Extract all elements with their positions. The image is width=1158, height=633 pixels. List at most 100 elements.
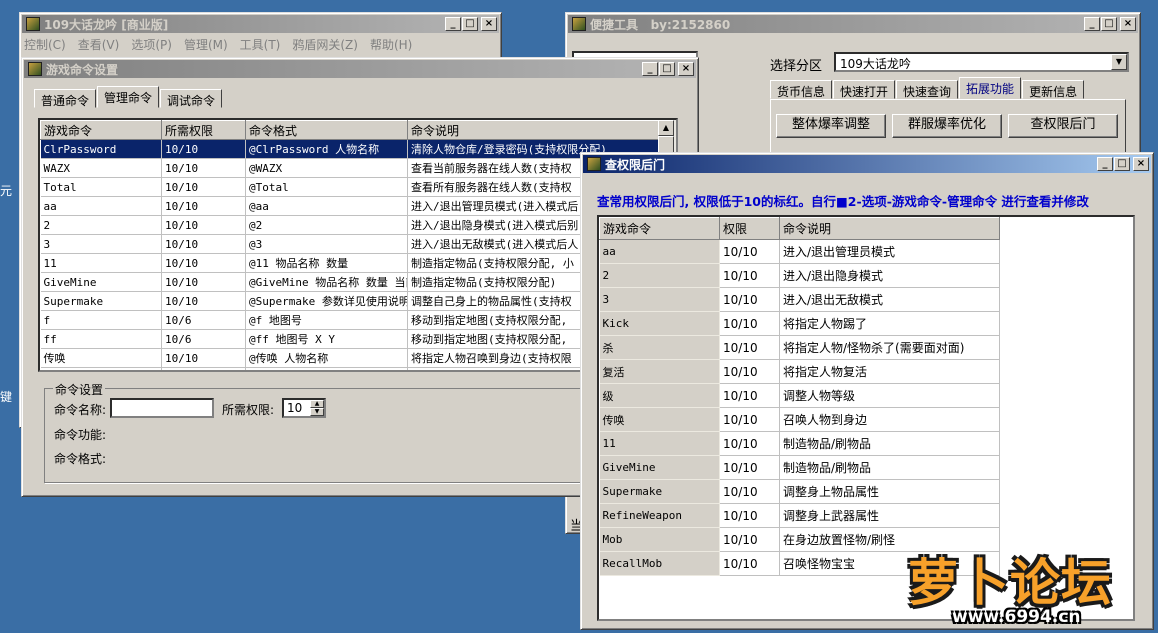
menu-help[interactable]: 帮助(H) xyxy=(370,36,412,53)
cell-description: 将指定人物复活 xyxy=(779,359,1000,384)
maximize-icon[interactable]: □ xyxy=(1114,157,1130,171)
spin-down-icon[interactable]: ▼ xyxy=(310,408,324,416)
cell-format: @11 物品名称 数量 xyxy=(245,253,408,273)
table-row[interactable] xyxy=(40,367,661,370)
table-row[interactable]: Total 10/10 @Total 查看所有服务器在线人数(支持权 xyxy=(40,177,661,197)
cell-permission: 10/6 xyxy=(161,310,246,330)
cell-description: 将指定人物/怪物杀了(需要面对面) xyxy=(779,335,1000,360)
tab-admin-commands[interactable]: 管理命令 xyxy=(97,86,160,108)
cell-permission: 10/10 xyxy=(161,272,246,292)
table-row[interactable]: RefineWeapon 10/10 调整身上武器属性 xyxy=(599,503,1000,528)
permission-stepper[interactable]: 10 ▲ ▼ xyxy=(282,398,326,418)
zone-label: 选择分区 xyxy=(770,59,823,74)
column-header-format[interactable]: 命令格式 xyxy=(245,120,408,140)
forum-watermark-logo: 萝卜论坛 www.6994.cn xyxy=(908,535,1153,630)
table-row[interactable]: WAZX 10/10 @WAZX 查看当前服务器在线人数(支持权 xyxy=(40,158,661,178)
cell-format: @GiveMine 物品名称 数量 当前 xyxy=(245,272,408,292)
column-header-command[interactable]: 游戏命令 xyxy=(599,217,720,240)
menu-options[interactable]: 选项(P) xyxy=(131,36,172,53)
menu-gateway[interactable]: 鸦盾网关(Z) xyxy=(292,36,358,53)
menu-tools[interactable]: 工具(T) xyxy=(240,36,281,53)
table-row[interactable]: ff 10/6 @ff 地图号 X Y 移动到指定地图(支持权限分配, xyxy=(40,329,661,349)
maximize-icon[interactable]: □ xyxy=(659,62,675,76)
tools-window-title: 便捷工具 by:2152860 xyxy=(590,17,731,32)
table-row[interactable]: GiveMine 10/10 制造物品/刷物品 xyxy=(599,455,1000,480)
tools-window-titlebar[interactable]: 便捷工具 by:2152860 _ □ × xyxy=(568,15,1138,33)
tab-debug-commands[interactable]: 调试命令 xyxy=(160,89,223,108)
maximize-icon[interactable]: □ xyxy=(1101,17,1117,31)
tab-normal-commands[interactable]: 普通命令 xyxy=(34,89,97,108)
minimize-icon[interactable]: _ xyxy=(1097,157,1113,171)
scroll-up-icon[interactable]: ▲ xyxy=(658,120,674,136)
spin-up-icon[interactable]: ▲ xyxy=(310,400,324,408)
cell-permission: 10/10 xyxy=(719,407,780,432)
backdoor-window-titlebar[interactable]: 查权限后门 _ □ × xyxy=(583,155,1151,173)
chevron-down-icon[interactable]: ▼ xyxy=(1111,54,1127,70)
menu-view[interactable]: 查看(V) xyxy=(78,36,120,53)
tab-quick-query[interactable]: 快速查询 xyxy=(896,80,959,99)
table-row[interactable]: 2 10/10 进入/退出隐身模式 xyxy=(599,263,1000,288)
table-row[interactable]: ClrPassword 10/10 @ClrPassword 人物名称 清除人物仓库/… xyxy=(40,139,661,159)
table-row[interactable]: 传唤 10/10 @传唤 人物名称 将指定人物召唤到身边(支持权限 xyxy=(40,348,661,368)
table-row[interactable]: 复活 10/10 将指定人物复活 xyxy=(599,359,1000,384)
command-name-input[interactable] xyxy=(110,398,214,418)
tab-updates[interactable]: 更新信息 xyxy=(1022,80,1085,99)
table-row[interactable]: 11 10/10 制造物品/刷物品 xyxy=(599,431,1000,456)
table-row[interactable]: GiveMine 10/10 @GiveMine 物品名称 数量 当前 制造指定物品(… xyxy=(40,272,661,292)
cell-permission: 10/10 xyxy=(719,287,780,312)
column-header-permission[interactable]: 权限 xyxy=(719,217,780,240)
table-row[interactable]: 2 10/10 @2 进入/退出隐身模式(进入模式后别 xyxy=(40,215,661,235)
tab-extensions[interactable]: 拓展功能 xyxy=(959,77,1022,99)
table-row[interactable]: 3 10/10 @3 进入/退出无敌模式(进入模式后人 xyxy=(40,234,661,254)
tab-quick-open[interactable]: 快速打开 xyxy=(833,80,896,99)
table-row[interactable]: Supermake 10/10 @Supermake 参数详见使用说明 调整自己身上的… xyxy=(40,291,661,311)
table-row[interactable]: 级 10/10 调整人物等级 xyxy=(599,383,1000,408)
cell-permission: 10/10 xyxy=(161,291,246,311)
column-header-command[interactable]: 游戏命令 xyxy=(40,120,162,140)
cell-permission: 10/10 xyxy=(161,348,246,368)
zone-select[interactable]: 109大话龙吟 ▼ xyxy=(834,52,1129,72)
zone-select-value: 109大话龙吟 xyxy=(840,57,911,71)
minimize-icon[interactable]: _ xyxy=(1084,17,1100,31)
close-icon[interactable]: × xyxy=(1133,157,1149,171)
table-row[interactable]: 传唤 10/10 召唤人物到身边 xyxy=(599,407,1000,432)
cell-description: 调整身上武器属性 xyxy=(779,503,1000,528)
menu-control[interactable]: 控制(C) xyxy=(24,36,66,53)
cell-permission: 10/10 xyxy=(161,196,246,216)
required-permission-label: 所需权限: xyxy=(222,403,275,417)
close-icon[interactable]: × xyxy=(1120,17,1136,31)
overall-droprate-button[interactable]: 整体爆率调整 xyxy=(776,114,886,138)
cell-format: @传唤 人物名称 xyxy=(245,348,408,368)
main-window-titlebar[interactable]: 109大话龙吟 [商业版] _ □ × xyxy=(22,15,499,33)
table-row[interactable]: 3 10/10 进入/退出无敌模式 xyxy=(599,287,1000,312)
minimize-icon[interactable]: _ xyxy=(445,17,461,31)
menu-manage[interactable]: 管理(M) xyxy=(184,36,228,53)
table-row[interactable]: f 10/6 @f 地图号 移动到指定地图(支持权限分配, xyxy=(40,310,661,330)
close-icon[interactable]: × xyxy=(481,17,497,31)
desktop-edge-text: 键 xyxy=(0,390,13,404)
cell-permission: 10/10 xyxy=(719,311,780,336)
backdoor-window-title: 查权限后门 xyxy=(605,157,666,172)
tools-author: by:2152860 xyxy=(650,17,731,32)
cell-format xyxy=(245,367,408,370)
table-row[interactable]: aa 10/10 @aa 进入/退出管理员模式(进入模式后 xyxy=(40,196,661,216)
group-droprate-button[interactable]: 群服爆率优化 xyxy=(892,114,1002,138)
cell-format: @2 xyxy=(245,215,408,235)
table-row[interactable]: Kick 10/10 将指定人物踢了 xyxy=(599,311,1000,336)
cell-permission: 10/10 xyxy=(161,253,246,273)
column-header-permission[interactable]: 所需权限 xyxy=(161,120,246,140)
minimize-icon[interactable]: _ xyxy=(642,62,658,76)
table-row[interactable]: 杀 10/10 将指定人物/怪物杀了(需要面对面) xyxy=(599,335,1000,360)
cell-permission: 10/10 xyxy=(719,239,780,264)
column-header-description[interactable]: 命令说明 xyxy=(779,217,1000,240)
table-row[interactable]: aa 10/10 进入/退出管理员模式 xyxy=(599,239,1000,264)
cell-command xyxy=(40,367,162,370)
maximize-icon[interactable]: □ xyxy=(462,17,478,31)
tab-currency[interactable]: 货币信息 xyxy=(770,80,833,99)
table-row[interactable]: 11 10/10 @11 物品名称 数量 制造指定物品(支持权限分配, 小 xyxy=(40,253,661,273)
command-window-titlebar[interactable]: 游戏命令设置 _ □ × xyxy=(24,60,696,78)
column-header-description[interactable]: 命令说明 xyxy=(407,120,661,140)
check-backdoor-button[interactable]: 查权限后门 xyxy=(1008,114,1118,138)
close-icon[interactable]: × xyxy=(678,62,694,76)
table-row[interactable]: Supermake 10/10 调整身上物品属性 xyxy=(599,479,1000,504)
